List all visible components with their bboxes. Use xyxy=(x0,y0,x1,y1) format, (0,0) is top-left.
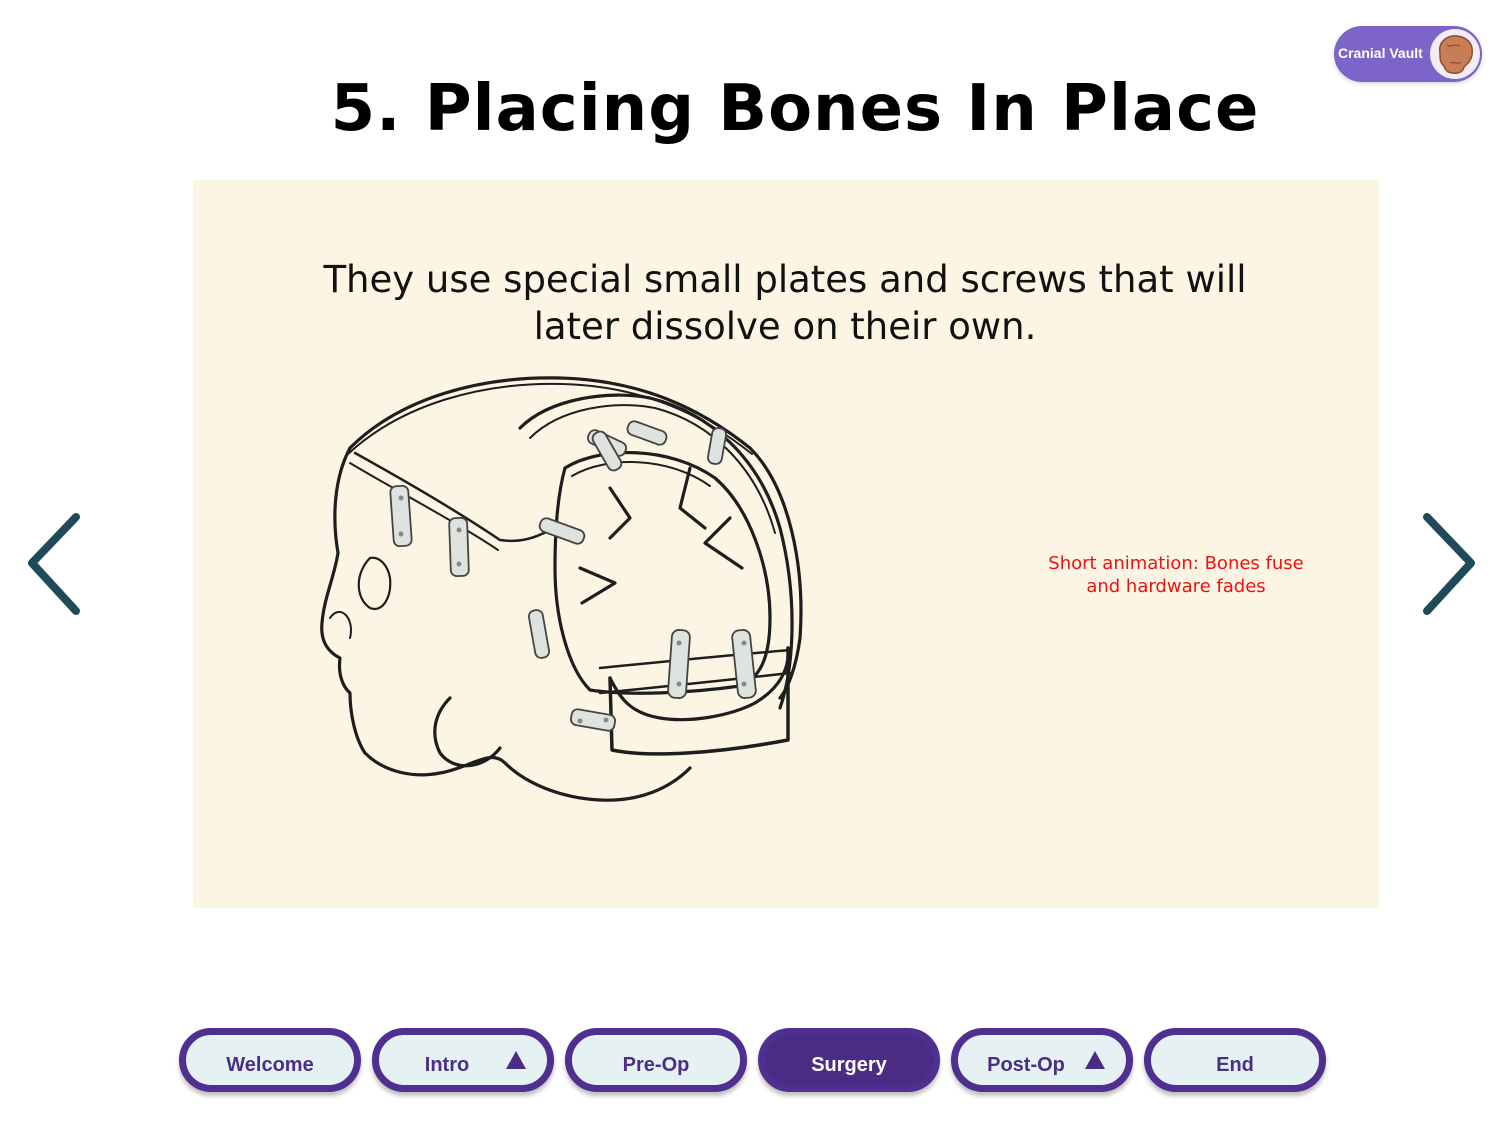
slide-caption: They use special small plates and screws… xyxy=(323,258,1247,348)
chevron-right-icon xyxy=(1423,513,1475,615)
tab-post-op[interactable]: Post-Op xyxy=(951,1028,1133,1092)
tab-end[interactable]: End xyxy=(1144,1028,1326,1092)
tab-label: End xyxy=(1216,1054,1254,1076)
tab-label: Post-Op xyxy=(987,1054,1065,1076)
tab-label: Pre-Op xyxy=(622,1054,690,1076)
tab-welcome[interactable]: Welcome xyxy=(179,1028,361,1092)
skull-with-plates-illustration xyxy=(320,376,803,802)
tab-surgery[interactable]: Surgery xyxy=(758,1028,940,1092)
tab-intro[interactable]: Intro xyxy=(372,1028,554,1092)
chevron-left-icon xyxy=(28,513,80,615)
next-slide-button[interactable] xyxy=(1415,505,1485,625)
previous-slide-button[interactable] xyxy=(20,505,90,625)
tab-label: Intro xyxy=(424,1054,470,1076)
tab-label: Surgery xyxy=(811,1054,887,1076)
page-title: 5. Placing Bones In Place xyxy=(330,72,1260,146)
triangle-up-icon[interactable] xyxy=(505,1050,527,1070)
triangle-up-icon[interactable] xyxy=(1084,1050,1106,1070)
animation-note: Short animation: Bones fuse and hardware… xyxy=(1048,553,1304,597)
tab-label: Welcome xyxy=(226,1054,314,1076)
tab-pre-op[interactable]: Pre-Op xyxy=(565,1028,747,1092)
badge-label: Cranial Vault xyxy=(1338,45,1423,61)
